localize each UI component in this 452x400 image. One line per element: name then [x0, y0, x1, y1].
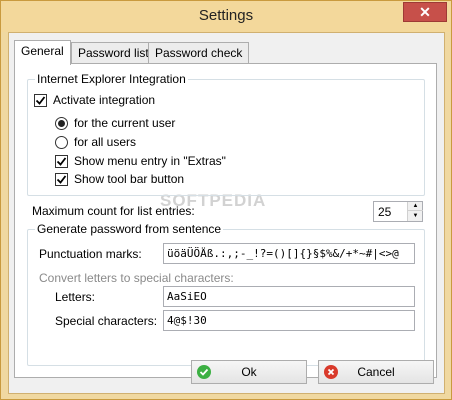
max-count-label: Maximum count for list entries:: [32, 204, 195, 218]
punctuation-label: Punctuation marks:: [39, 247, 142, 261]
show-menu-entry-row[interactable]: Show menu entry in "Extras": [55, 154, 226, 168]
radio-current-user-label: for the current user: [74, 116, 176, 130]
cancel-button-label: Cancel: [357, 365, 395, 379]
ie-integration-legend: Internet Explorer Integration: [35, 72, 188, 86]
radio-all-users[interactable]: [55, 135, 68, 149]
close-icon: ✕: [419, 4, 431, 20]
show-menu-entry-checkbox[interactable]: [55, 154, 68, 168]
dialog-client: General Password lists Password check SO…: [8, 32, 445, 394]
checkmark-icon: [35, 95, 46, 105]
tab-password-lists-label: Password lists: [78, 46, 155, 60]
spinner-up-arrow-icon[interactable]: ▲: [408, 202, 423, 211]
window-title: Settings: [198, 7, 254, 24]
sentence-group-legend: Generate password from sentence: [35, 222, 224, 236]
show-menu-entry-label: Show menu entry in "Extras": [74, 154, 226, 168]
settings-window: Settings ✕ General Password lists Passwo…: [0, 0, 452, 400]
tab-general-label: General: [21, 44, 64, 58]
radio-all-users-label: for all users: [74, 135, 137, 149]
spinner-down-arrow-icon[interactable]: ▼: [408, 211, 423, 220]
special-characters-label: Special characters:: [55, 314, 158, 328]
convert-letters-label: Convert letters to special characters:: [39, 271, 234, 285]
show-toolbar-row[interactable]: Show tool bar button: [55, 172, 184, 186]
check-circle-icon: [197, 365, 211, 379]
ok-button-label: Ok: [241, 365, 257, 379]
activate-integration-row[interactable]: Activate integration: [34, 93, 155, 107]
title-bar[interactable]: Settings ✕: [1, 1, 451, 32]
max-count-value[interactable]: 25: [378, 205, 391, 219]
letters-input[interactable]: AaSiEO: [163, 286, 415, 307]
show-toolbar-label: Show tool bar button: [74, 172, 185, 186]
radio-selected-dot: [58, 119, 65, 127]
activate-integration-label: Activate integration: [53, 93, 156, 107]
tab-general[interactable]: General: [14, 40, 71, 65]
punctuation-input[interactable]: üöäÜÖÄß.:,;-_!?=()[]{}§$%&/+*~#|<>@: [163, 243, 415, 264]
activate-integration-checkbox[interactable]: [34, 93, 47, 107]
tab-password-check-label: Password check: [155, 46, 243, 60]
cancel-button[interactable]: Cancel: [318, 360, 434, 384]
radio-current-user[interactable]: [55, 116, 68, 130]
general-tab-panel: SOFTPEDIA Internet Explorer Integration …: [14, 63, 437, 378]
radio-all-users-row[interactable]: for all users: [55, 135, 136, 149]
special-characters-input[interactable]: 4@$!30: [163, 310, 415, 331]
ok-button[interactable]: Ok: [191, 360, 307, 384]
letters-label: Letters:: [55, 290, 96, 304]
tab-password-check[interactable]: Password check: [148, 42, 250, 64]
checkmark-icon: [56, 174, 67, 184]
checkmark-icon: [56, 156, 67, 166]
radio-current-user-row[interactable]: for the current user: [55, 116, 175, 130]
spinner-arrows: ▲ ▼: [407, 202, 423, 221]
max-count-spinner[interactable]: 25 ▲ ▼: [373, 201, 423, 222]
cancel-circle-icon: [324, 365, 338, 379]
close-button[interactable]: ✕: [403, 2, 447, 22]
show-toolbar-checkbox[interactable]: [55, 172, 68, 186]
